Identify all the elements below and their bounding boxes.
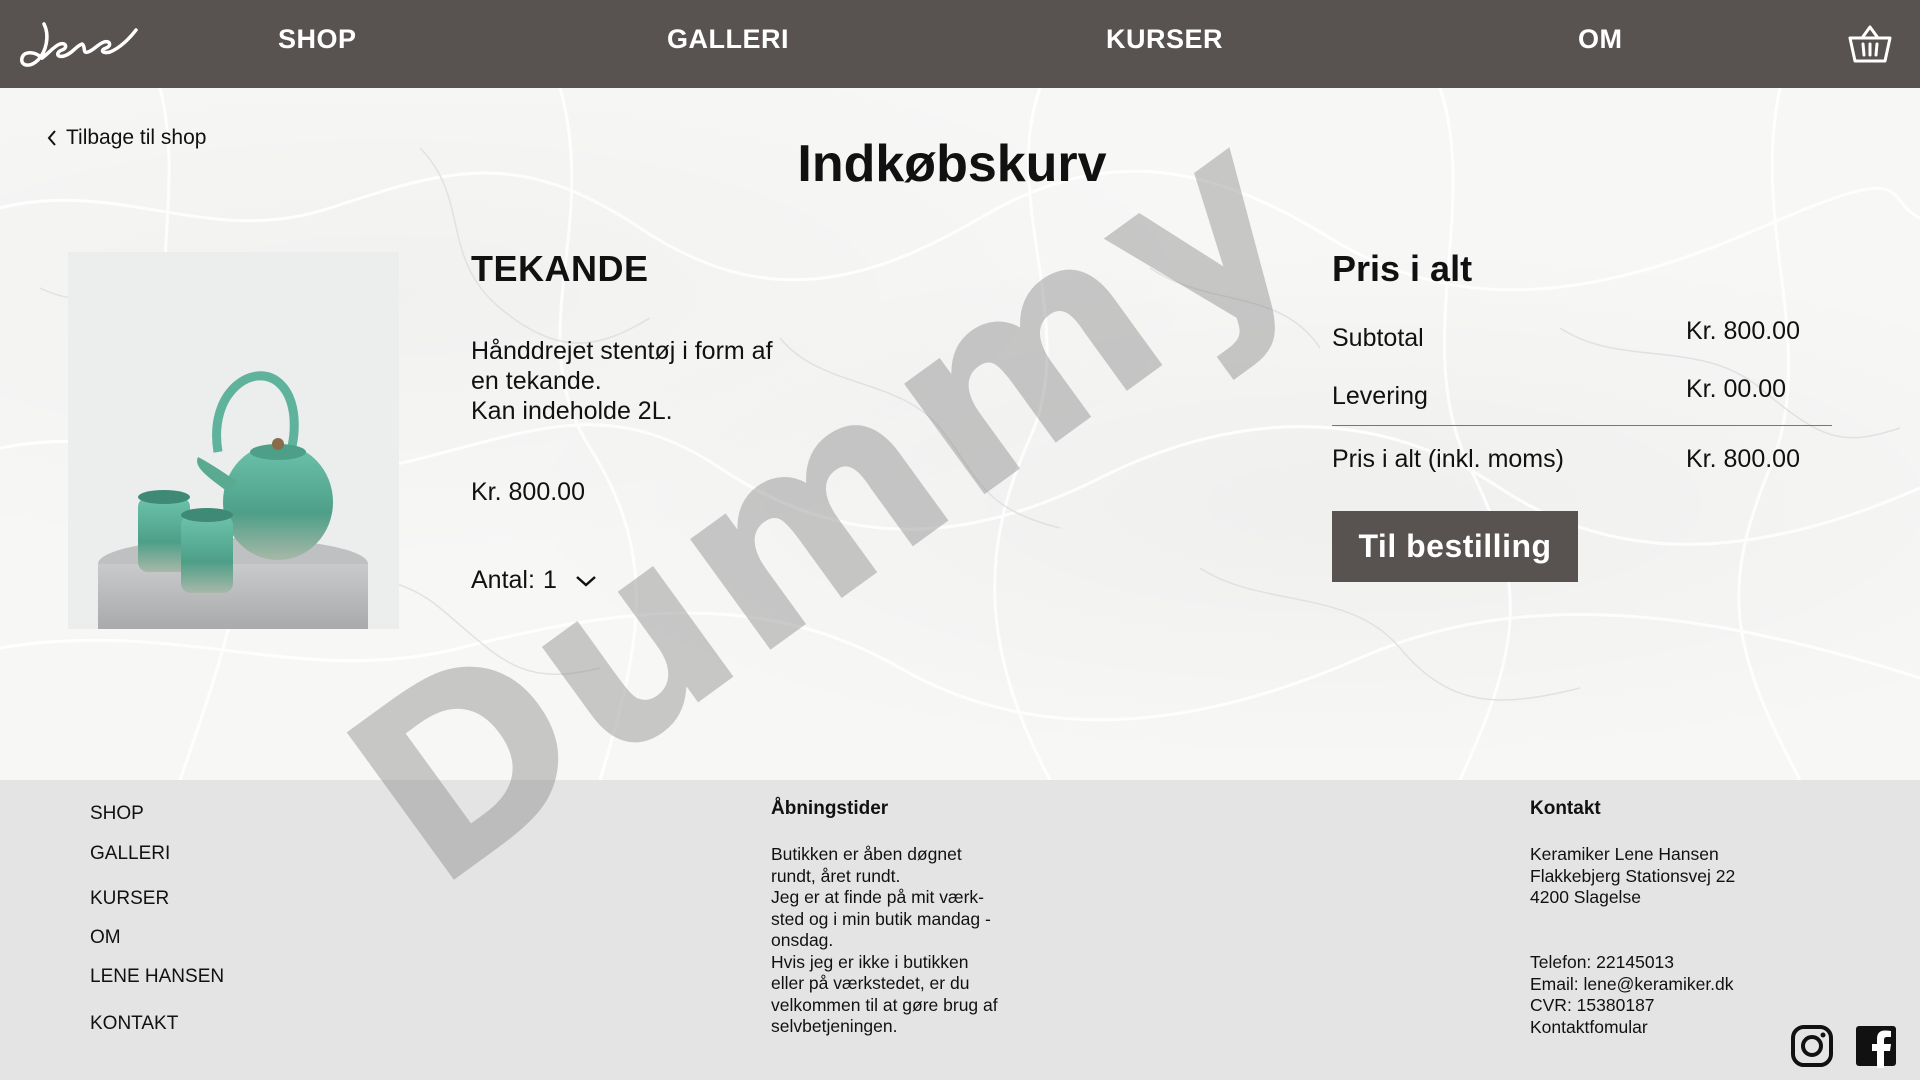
opening-hours-text: Butikken er åben døgnet rundt, året rund…: [771, 844, 998, 1038]
total-value: Kr. 800.00: [1686, 445, 1800, 473]
delivery-value: Kr. 00.00: [1686, 375, 1787, 403]
subtotal-value: Kr. 800.00: [1686, 317, 1800, 345]
hours-line: selvbetjeningen.: [771, 1016, 898, 1036]
hours-line: rundt, året rundt.: [771, 865, 901, 886]
address-line: 4200 Slagelse: [1530, 887, 1641, 907]
address-line: Flakkebjerg Stationsvej 22: [1530, 865, 1736, 886]
description-line: en tekande.: [471, 367, 602, 395]
top-navigation-bar: SHOP GALLERI KURSER OM: [0, 0, 1920, 88]
product-name: TEKANDE: [471, 248, 649, 289]
hours-line: velkommen til at gøre brug af: [771, 994, 998, 1015]
quantity-value: 1: [542, 566, 557, 594]
product-description: Hånddrejet stentøj i form af en tekande.…: [471, 336, 831, 426]
contact-address: Keramiker Lene Hansen Flakkebjerg Statio…: [1530, 844, 1735, 909]
chevron-down-icon: [576, 575, 596, 587]
footer-link-lene-hansen[interactable]: LENE HANSEN: [90, 966, 224, 988]
facebook-icon[interactable]: [1854, 1024, 1898, 1068]
footer-link-shop[interactable]: SHOP: [90, 803, 144, 825]
contact-details: Telefon: 22145013 Email: lene@keramiker.…: [1530, 952, 1734, 1038]
description-line: Kan indeholde 2L.: [471, 397, 673, 425]
product-image-teapot: [68, 252, 399, 629]
footer: SHOP GALLERI KURSER OM LENE HANSEN KONTA…: [0, 780, 1920, 1080]
summary-divider: [1332, 425, 1832, 426]
opening-hours-heading: Åbningstider: [771, 798, 889, 819]
cvr-text: CVR: 15380187: [1530, 995, 1655, 1015]
description-line: Hånddrejet stentøj i form af: [471, 337, 773, 365]
contact-form-link[interactable]: Kontaktfomular: [1530, 1017, 1734, 1039]
hours-line: eller på værkstedet, er du: [771, 973, 970, 993]
footer-link-om[interactable]: OM: [90, 927, 121, 949]
hours-line: Hvis jeg er ikke i butikken: [771, 951, 969, 972]
summary-title: Pris i alt: [1332, 248, 1473, 289]
address-line: Keramiker Lene Hansen: [1530, 844, 1719, 864]
nav-kurser[interactable]: KURSER: [1106, 24, 1223, 55]
contact-heading: Kontakt: [1530, 798, 1601, 819]
quantity-selector[interactable]: Antal: 1: [471, 566, 597, 595]
instagram-icon[interactable]: [1790, 1024, 1834, 1068]
basket-icon[interactable]: [1848, 24, 1892, 64]
page-title: Indkøbskurv: [797, 135, 1107, 193]
delivery-label: Levering: [1332, 382, 1428, 410]
footer-link-kontakt[interactable]: KONTAKT: [90, 1013, 178, 1035]
footer-link-galleri[interactable]: GALLERI: [90, 843, 170, 865]
hours-line: onsdag.: [771, 930, 834, 950]
email-link[interactable]: Email: lene@keramiker.dk: [1530, 974, 1734, 996]
quantity-label: Antal:: [471, 566, 535, 594]
footer-link-kurser[interactable]: KURSER: [90, 888, 169, 910]
checkout-button[interactable]: Til bestilling: [1332, 511, 1578, 582]
hours-line: Jeg er at finde på mit værk-: [771, 887, 984, 907]
hours-line: Butikken er åben døgnet: [771, 844, 962, 864]
subtotal-label: Subtotal: [1332, 324, 1424, 352]
nav-om[interactable]: OM: [1578, 24, 1623, 55]
product-price: Kr. 800.00: [471, 478, 585, 506]
hours-line: sted og i min butik mandag -: [771, 908, 991, 929]
total-label: Pris i alt (inkl. moms): [1332, 445, 1564, 473]
nav-galleri[interactable]: GALLERI: [667, 24, 789, 55]
nav-shop[interactable]: SHOP: [278, 24, 357, 55]
phone-text: Telefon: 22145013: [1530, 952, 1675, 972]
logo-signature[interactable]: [16, 14, 140, 72]
